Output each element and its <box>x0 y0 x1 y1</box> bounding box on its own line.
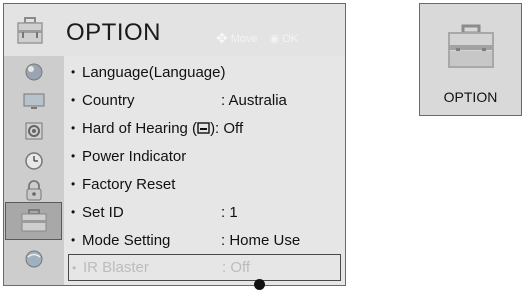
option-icon <box>21 209 46 232</box>
screen-icon <box>23 93 44 109</box>
subtitle-icon <box>197 121 210 134</box>
item-value: : Home Use <box>221 231 301 249</box>
sidebar-item-audio[interactable] <box>7 117 60 144</box>
item-value: : Off <box>222 259 251 276</box>
item-label: Power Indicator <box>82 147 187 165</box>
navigation-hint: ✥ Move ◉ OK <box>216 30 298 47</box>
move-hint-label: Move <box>230 32 258 45</box>
item-label: Factory Reset <box>82 175 176 193</box>
item-label: Language(Language) <box>82 63 226 81</box>
bullet: • <box>72 260 77 275</box>
bullet: • <box>71 65 76 79</box>
hard-of-hearing-value: ): Off <box>210 119 244 137</box>
sidebar-item-picture[interactable] <box>7 58 60 85</box>
item-value: : 1 <box>221 203 238 221</box>
preview-label: OPTION <box>443 89 498 105</box>
sidebar-item-screen[interactable] <box>7 87 60 114</box>
bullet: • <box>71 93 76 107</box>
ok-button-icon: ◉ <box>269 33 280 45</box>
sidebar-item-time[interactable] <box>7 147 60 174</box>
picture-icon <box>25 63 42 80</box>
list-item-power-indicator[interactable]: • Power Indicator <box>71 144 341 168</box>
item-label: Set ID <box>82 203 124 221</box>
list-item-hard-of-hearing[interactable]: • Hard of Hearing ( ): Off <box>71 116 341 140</box>
option-toolbox-icon <box>13 14 47 48</box>
scroll-indicator[interactable] <box>254 279 265 290</box>
list-item-language[interactable]: • Language(Language) <box>71 60 341 84</box>
lock-icon <box>26 179 41 200</box>
ok-hint-label: OK <box>282 32 299 45</box>
audio-icon <box>25 122 42 139</box>
item-label: Country <box>82 91 135 109</box>
option-toolbox-icon <box>444 18 498 76</box>
sidebar-item-network[interactable] <box>7 245 60 272</box>
list-item-country[interactable]: • Country : Australia <box>71 88 341 112</box>
menu-header: OPTION ✥ Move ◉ OK <box>4 4 345 56</box>
category-sidebar <box>4 56 64 285</box>
option-preview-card: OPTION <box>419 3 522 116</box>
option-list: • Language(Language) • Country : Austral… <box>64 56 345 285</box>
sidebar-item-lock[interactable] <box>7 177 60 204</box>
list-item-mode-setting[interactable]: • Mode Setting : Home Use <box>71 228 341 252</box>
bullet: • <box>71 205 76 219</box>
list-item-ir-blaster[interactable]: • IR Blaster : Off <box>68 254 341 281</box>
item-label: IR Blaster <box>83 259 149 276</box>
item-label: Hard of Hearing ( ): Off <box>82 120 243 137</box>
bullet: • <box>71 121 76 135</box>
list-item-set-id[interactable]: • Set ID : 1 <box>71 200 341 224</box>
list-item-factory-reset[interactable]: • Factory Reset <box>71 172 341 196</box>
item-value: : Australia <box>221 91 287 109</box>
option-menu: OPTION ✥ Move ◉ OK • Language(Language) … <box>3 3 346 286</box>
page-title: OPTION <box>66 19 162 46</box>
network-icon <box>25 250 42 267</box>
bullet: • <box>71 177 76 191</box>
item-label: Mode Setting <box>82 231 171 249</box>
bullet: • <box>71 233 76 247</box>
sidebar-item-option[interactable] <box>5 202 62 240</box>
bullet: • <box>71 149 76 163</box>
hard-of-hearing-label: Hard of Hearing ( <box>82 119 198 137</box>
time-icon <box>24 151 43 170</box>
move-arrows-icon: ✥ <box>216 30 228 46</box>
